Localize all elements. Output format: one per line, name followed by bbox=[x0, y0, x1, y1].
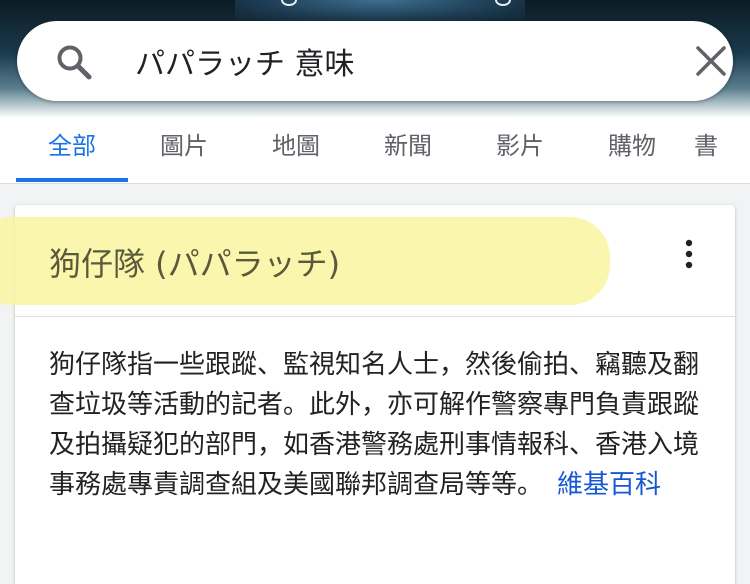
tab-shopping[interactable]: 購物 bbox=[576, 118, 688, 182]
doodle-dot bbox=[495, 0, 511, 6]
more-vert-icon[interactable] bbox=[679, 239, 699, 271]
clear-icon[interactable] bbox=[693, 43, 729, 79]
card-header: 狗仔隊 (パパラッチ) bbox=[0, 205, 735, 317]
tab-images[interactable]: 圖片 bbox=[128, 118, 240, 182]
search-input[interactable] bbox=[135, 41, 655, 81]
knowledge-card: 狗仔隊 (パパラッチ) 狗仔隊指一些跟蹤、監視知名人士，然後偷拍、竊聽及翻查垃圾… bbox=[0, 205, 735, 584]
doodle-art bbox=[235, 0, 525, 22]
tab-news[interactable]: 新聞 bbox=[352, 118, 464, 182]
search-tabs: 全部 圖片 地圖 新聞 影片 購物 書 bbox=[0, 118, 750, 184]
search-icon[interactable] bbox=[55, 43, 93, 81]
tab-maps[interactable]: 地圖 bbox=[240, 118, 352, 182]
tab-videos[interactable]: 影片 bbox=[464, 118, 576, 182]
active-tab-indicator bbox=[16, 178, 128, 182]
tab-all[interactable]: 全部 bbox=[16, 118, 128, 182]
tab-books[interactable]: 書 bbox=[694, 118, 750, 182]
doodle-dot bbox=[281, 0, 297, 6]
card-description: 狗仔隊指一些跟蹤、監視知名人士，然後偷拍、竊聽及翻查垃圾等活動的記者。此外，亦可… bbox=[49, 345, 709, 505]
search-bar[interactable] bbox=[17, 21, 733, 101]
card-title: 狗仔隊 (パパラッチ) bbox=[49, 245, 341, 283]
source-link-wikipedia[interactable]: 維基百科 bbox=[557, 470, 661, 500]
